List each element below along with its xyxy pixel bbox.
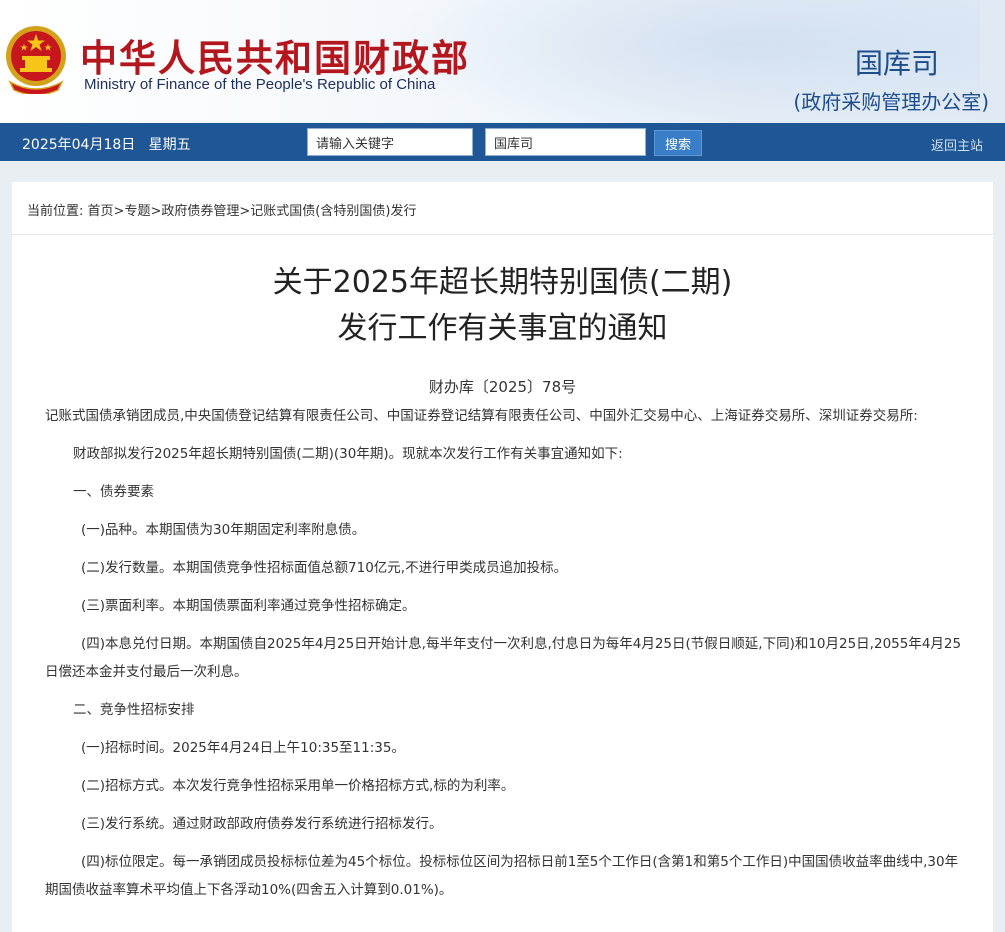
keyword-search-input[interactable] xyxy=(307,128,473,156)
document-title: 关于2025年超长期特别国债(二期) 发行工作有关事宜的通知 xyxy=(12,260,993,352)
breadcrumb: 当前位置: 首页>专题>政府债券管理>记账式国债(含特别国债)发行 xyxy=(27,204,417,219)
national-emblem-icon[interactable] xyxy=(4,24,68,94)
department-name: 国库司 xyxy=(854,47,939,80)
document-paragraph: (四)标位限定。每一承销团成员投标标位差为45个标位。投标标位区间为招标日前1至… xyxy=(45,854,959,898)
department-scope-input[interactable] xyxy=(485,128,646,156)
document-title-line1: 关于2025年超长期特别国债(二期) xyxy=(272,265,733,300)
document-body: 记账式国债承销团成员,中央国债登记结算有限责任公司、中国证券登记结算有限责任公司… xyxy=(45,402,963,914)
breadcrumb-home[interactable]: 首页 xyxy=(88,204,114,219)
search-button[interactable]: 搜索 xyxy=(654,130,702,156)
document-paragraph: (四)本息兑付日期。本期国债自2025年4月25日开始计息,每半年支付一次利息,… xyxy=(45,636,962,680)
document-paragraph: (三)发行系统。通过财政部政府债券发行系统进行招标发行。 xyxy=(81,816,443,832)
current-date: 2025年04月18日 星期五 xyxy=(22,137,191,153)
document-paragraph: (一)招标时间。2025年4月24日上午10:35至11:35。 xyxy=(81,740,405,756)
nav-bar: 2025年04月18日 星期五 搜索 返回主站 xyxy=(0,123,1005,161)
return-home-link[interactable]: 返回主站 xyxy=(931,135,983,154)
section-heading: 二、竞争性招标安排 xyxy=(73,702,195,718)
breadcrumb-book-entry-bond[interactable]: 记账式国债(含特别国债)发行 xyxy=(250,204,416,219)
breadcrumb-prefix: 当前位置: xyxy=(27,204,84,219)
site-header: 中华人民共和国财政部 Ministry of Finance of the Pe… xyxy=(0,0,1005,123)
section-heading: 一、债券要素 xyxy=(73,484,154,500)
document-paragraph: 记账式国债承销团成员,中央国债登记结算有限责任公司、中国证券登记结算有限责任公司… xyxy=(45,408,918,424)
document-paragraph: (一)品种。本期国债为30年期固定利率附息债。 xyxy=(81,522,366,538)
site-title-cn: 中华人民共和国财政部 xyxy=(80,37,470,80)
department-subtitle: (政府采购管理办公室) xyxy=(793,90,989,114)
document-title-line2: 发行工作有关事宜的通知 xyxy=(337,311,668,346)
breadcrumb-divider xyxy=(12,234,993,235)
document-paragraph: (二)发行数量。本期国债竞争性招标面值总额710亿元,不进行甲类成员追加投标。 xyxy=(81,560,568,576)
document-number: 财办库〔2025〕78号 xyxy=(428,378,577,396)
breadcrumb-topics[interactable]: 专题 xyxy=(124,204,150,219)
breadcrumb-gov-bond[interactable]: 政府债券管理 xyxy=(161,204,239,219)
site-title-en: Ministry of Finance of the People's Repu… xyxy=(84,76,436,93)
document-paragraph: (三)票面利率。本期国债票面利率通过竞争性招标确定。 xyxy=(81,598,416,614)
document-paragraph: 财政部拟发行2025年超长期特别国债(二期)(30年期)。现就本次发行工作有关事… xyxy=(73,446,623,462)
main-content: 当前位置: 首页>专题>政府债券管理>记账式国债(含特别国债)发行 关于2025… xyxy=(12,182,993,932)
document-paragraph: (二)招标方式。本次发行竞争性招标采用单一价格招标方式,标的为利率。 xyxy=(81,778,515,794)
